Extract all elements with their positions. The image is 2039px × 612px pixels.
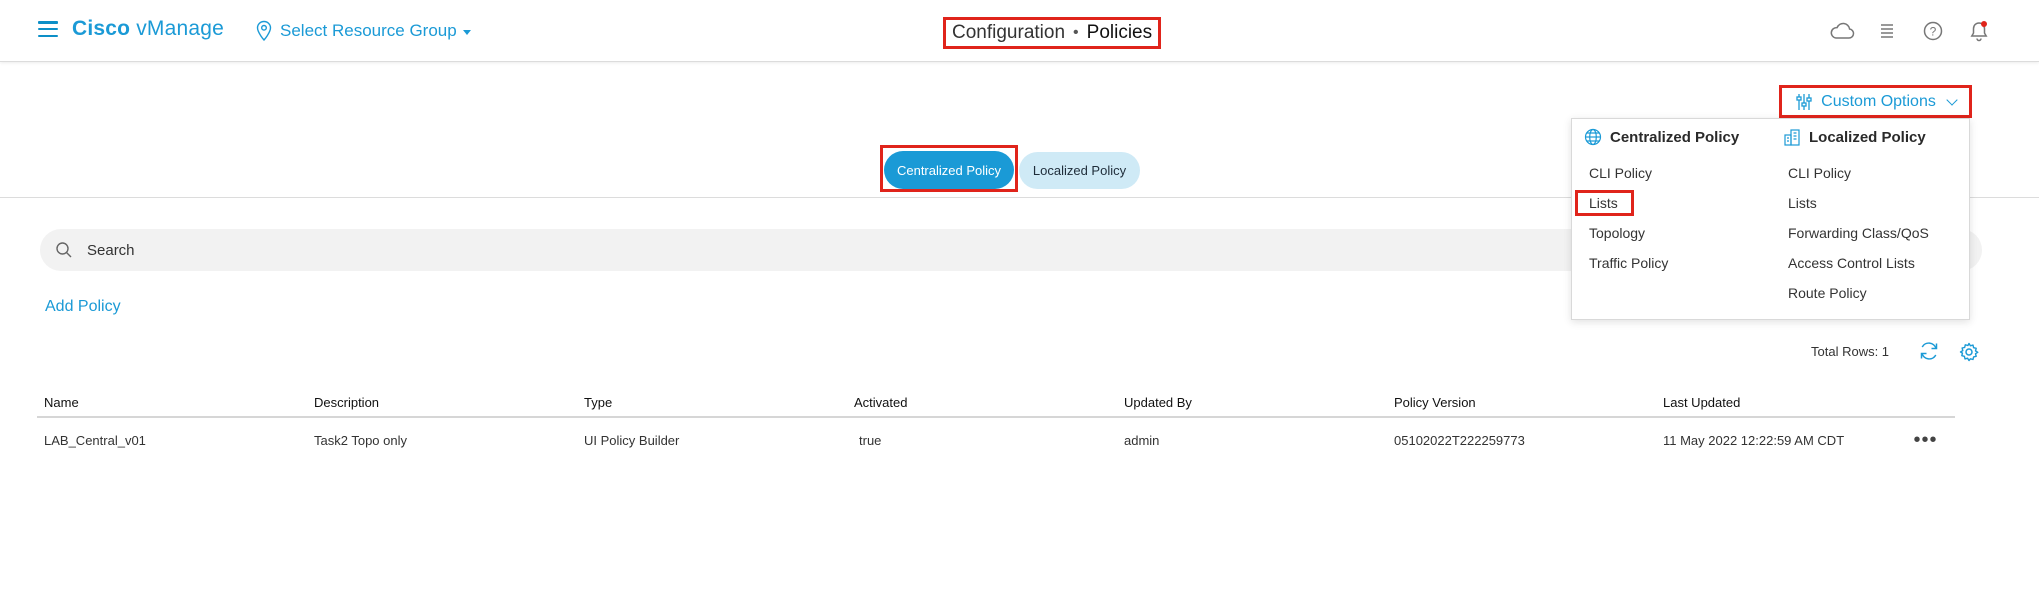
tab-localized-policy[interactable]: Localized Policy <box>1019 152 1140 189</box>
menu-item-forwarding-class-qos[interactable]: Forwarding Class/QoS <box>1788 225 1929 241</box>
column-header-updated-by[interactable]: Updated By <box>1117 395 1387 410</box>
top-bar: Cisco vManage Select Resource Group Conf… <box>0 0 2039 62</box>
table-header: Name Description Type Activated Updated … <box>37 388 1955 418</box>
breadcrumb: Configuration • Policies <box>943 17 1162 49</box>
row-more-options-icon[interactable]: ••• <box>1913 430 1937 450</box>
resource-group-selector[interactable]: Select Resource Group <box>256 20 471 42</box>
menu-item-centralized-traffic-policy[interactable]: Traffic Policy <box>1589 255 1668 271</box>
brand-logo[interactable]: Cisco vManage <box>72 17 224 41</box>
centralized-policy-heading: Centralized Policy <box>1584 128 1739 146</box>
search-input[interactable] <box>87 241 687 259</box>
table-settings-gear-icon[interactable] <box>1958 341 1980 368</box>
brand-name-rest: vManage <box>130 17 225 40</box>
custom-options-label: Custom Options <box>1821 92 1936 110</box>
cell-description: Task2 Topo only <box>314 432 407 448</box>
caret-down-icon <box>462 29 471 35</box>
column-header-policy-version[interactable]: Policy Version <box>1387 395 1656 410</box>
search-icon <box>56 242 72 258</box>
table-row[interactable]: LAB_Central_v01 Task2 Topo only UI Polic… <box>37 418 1955 462</box>
centralized-policy-title: Centralized Policy <box>1610 128 1740 146</box>
total-rows-count: Total Rows: 1 <box>1811 344 1890 359</box>
chevron-down-icon <box>1946 93 1958 106</box>
app: Cisco vManage Select Resource Group Conf… <box>0 0 2039 612</box>
cell-policy-version: 05102022T222259773 <box>1394 432 1525 448</box>
sliders-icon <box>1796 93 1812 110</box>
location-pin-icon <box>256 20 272 42</box>
cell-type: UI Policy Builder <box>584 432 680 448</box>
notification-bell-icon[interactable] <box>1967 19 1991 43</box>
menu-item-access-control-lists[interactable]: Access Control Lists <box>1788 255 1915 271</box>
policies-table: Name Description Type Activated Updated … <box>37 388 1955 462</box>
resource-group-label: Select Resource Group <box>280 21 457 40</box>
globe-icon <box>1584 128 1602 146</box>
cloud-icon[interactable] <box>1829 19 1855 43</box>
menu-item-centralized-topology[interactable]: Topology <box>1589 225 1645 241</box>
svg-text:?: ? <box>1930 25 1937 39</box>
column-header-name[interactable]: Name <box>37 395 307 410</box>
menu-item-route-policy[interactable]: Route Policy <box>1788 285 1867 301</box>
brand-name-bold: Cisco <box>72 17 131 40</box>
cell-last-updated: 11 May 2022 12:22:59 AM CDT <box>1663 432 1845 448</box>
refresh-icon[interactable] <box>1918 340 1940 367</box>
breadcrumb-current: Policies <box>1086 22 1153 43</box>
localized-policy-title: Localized Policy <box>1809 128 1926 146</box>
hamburger-menu-icon[interactable] <box>38 21 58 37</box>
tab-centralized-policy[interactable]: Centralized Policy <box>884 151 1014 189</box>
breadcrumb-separator: • <box>1073 24 1079 41</box>
custom-options-dropdown: Centralized Policy CLI Policy Lists Topo… <box>1571 118 1970 320</box>
custom-options-button[interactable]: Custom Options <box>1779 85 1972 118</box>
column-header-last-updated[interactable]: Last Updated <box>1656 395 1896 410</box>
column-header-description[interactable]: Description <box>307 395 577 410</box>
cell-activated: true <box>859 432 882 448</box>
breadcrumb-parent[interactable]: Configuration <box>952 22 1065 44</box>
add-policy-link[interactable]: Add Policy <box>45 298 121 316</box>
menu-item-localized-cli-policy[interactable]: CLI Policy <box>1788 165 1851 181</box>
highlight-box <box>1575 190 1634 216</box>
column-header-activated[interactable]: Activated <box>847 395 1117 410</box>
header-icons: ? <box>1829 19 1991 43</box>
cell-name: LAB_Central_v01 <box>44 432 146 448</box>
column-header-type[interactable]: Type <box>577 395 847 410</box>
localized-policy-heading: Localized Policy <box>1783 128 1926 146</box>
cell-updated-by: admin <box>1124 432 1160 448</box>
help-icon[interactable]: ? <box>1921 19 1945 43</box>
menu-item-centralized-cli-policy[interactable]: CLI Policy <box>1589 165 1652 181</box>
building-icon <box>1784 129 1800 146</box>
menu-item-localized-lists[interactable]: Lists <box>1788 195 1817 211</box>
task-list-icon[interactable] <box>1875 19 1899 43</box>
